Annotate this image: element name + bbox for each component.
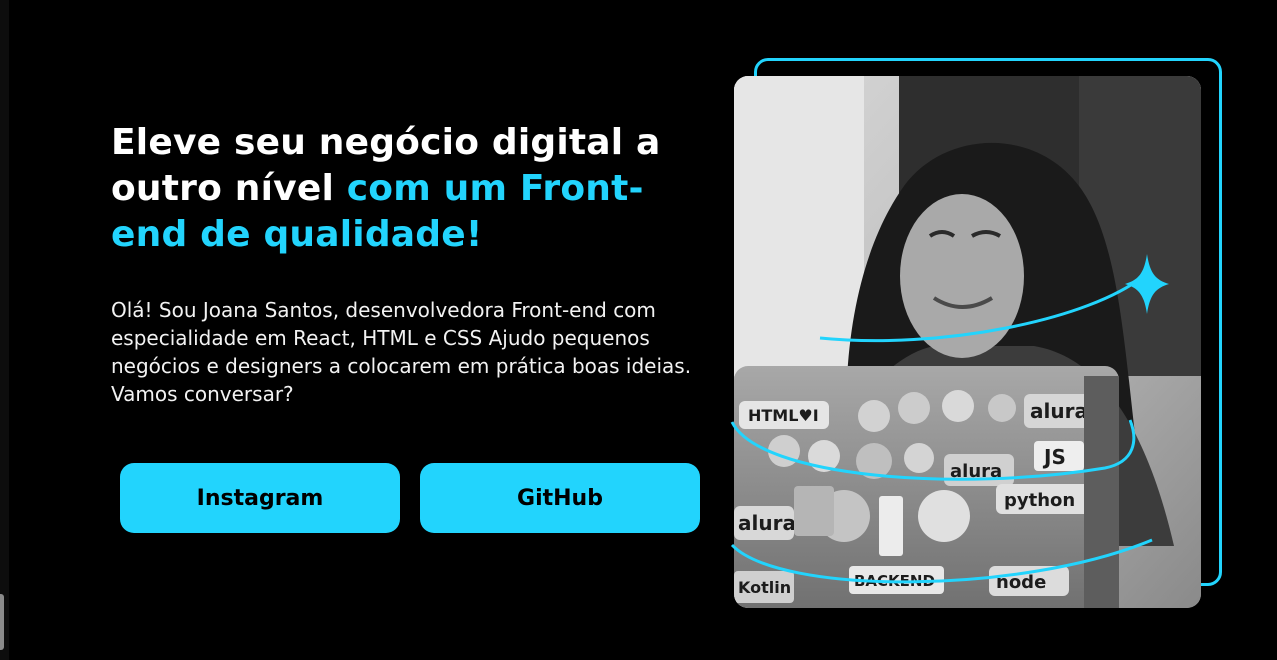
hero-bio: Olá! Sou Joana Santos, desenvolvedora Fr… <box>111 298 692 406</box>
github-button[interactable]: GitHub <box>420 463 700 533</box>
sticker-node: node <box>996 572 1046 593</box>
hero-title: Eleve seu negócio digital a outro nível … <box>111 120 711 258</box>
sticker-kotlin: Kotlin <box>738 578 791 597</box>
profile-photo: HTML♥I alura JS alura python alura BACKE… <box>734 76 1201 608</box>
scrollbar-handle[interactable] <box>0 594 4 650</box>
sticker-backend: BACKEND <box>854 572 935 590</box>
sticker-python: python <box>1004 490 1075 511</box>
sticker-alura-3: alura <box>738 511 796 535</box>
sticker-js: JS <box>1042 445 1066 469</box>
sticker-alura-2: alura <box>950 461 1002 482</box>
sticker-alura-1: alura <box>1030 399 1088 423</box>
window-edge <box>0 0 9 660</box>
sticker-html: HTML♥I <box>748 406 819 425</box>
instagram-button[interactable]: Instagram <box>120 463 400 533</box>
profile-photo-illustration: HTML♥I alura JS alura python alura BACKE… <box>734 76 1201 608</box>
page: Eleve seu negócio digital a outro nível … <box>0 0 1277 660</box>
